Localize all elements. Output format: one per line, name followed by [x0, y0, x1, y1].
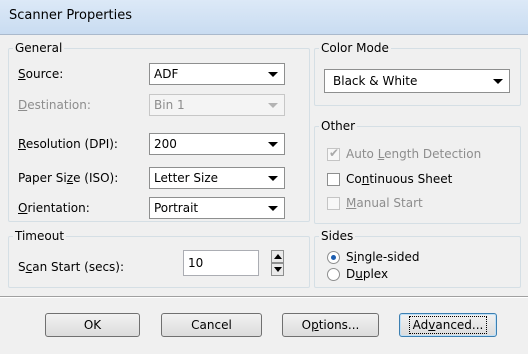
destination-combobox[interactable]: Bin 1	[149, 94, 285, 116]
auto-length-checkbox[interactable]: ✔	[327, 146, 340, 161]
paper-size-combobox[interactable]: Letter Size	[149, 167, 285, 189]
options-button[interactable]: Options...	[282, 313, 379, 337]
single-sided-radio[interactable]	[327, 251, 340, 264]
chevron-down-icon	[493, 79, 503, 84]
other-group-title: Other	[319, 118, 358, 134]
spin-up-button[interactable]	[271, 250, 284, 263]
destination-label: Destination:	[18, 98, 91, 112]
source-combobox[interactable]: ADF	[149, 63, 285, 85]
chevron-down-icon	[268, 206, 278, 211]
color-mode-group-title: Color Mode	[319, 40, 391, 56]
source-label: Source:	[18, 67, 64, 81]
duplex-radio[interactable]	[327, 268, 340, 281]
ok-button-label: OK	[83, 318, 102, 332]
source-value: ADF	[154, 67, 179, 81]
timeout-group-title: Timeout	[13, 228, 67, 244]
button-separator	[0, 296, 528, 298]
general-group-title: General	[13, 40, 65, 56]
chevron-down-icon	[268, 103, 278, 108]
resolution-combobox[interactable]: 200	[149, 133, 285, 155]
chevron-down-icon	[268, 176, 278, 181]
scan-start-input[interactable]: 10	[183, 250, 259, 276]
scan-start-value: 10	[188, 256, 204, 270]
continuous-sheet-label: Continuous Sheet	[346, 172, 453, 186]
ok-button[interactable]: OK	[45, 313, 140, 337]
advanced-button-label: Advanced...	[408, 316, 488, 334]
scan-start-label: Scan Start (secs):	[18, 260, 125, 274]
radio-selected-dot	[331, 255, 336, 260]
chevron-down-icon	[268, 142, 278, 147]
orientation-label: Orientation:	[18, 201, 90, 215]
cancel-button-label: Cancel	[191, 318, 232, 332]
color-mode-value: Black & White	[333, 74, 418, 88]
manual-start-checkbox[interactable]	[327, 197, 340, 210]
continuous-sheet-checkbox[interactable]	[327, 173, 340, 186]
manual-start-label: Manual Start	[346, 196, 423, 210]
color-mode-combobox[interactable]: Black & White	[324, 69, 510, 93]
cancel-button[interactable]: Cancel	[161, 313, 262, 337]
options-button-label: Options...	[301, 318, 360, 332]
arrow-up-icon	[274, 254, 282, 259]
chevron-down-icon	[268, 72, 278, 77]
title-bar: Scanner Properties	[0, 0, 528, 35]
advanced-button[interactable]: Advanced...	[399, 313, 497, 337]
resolution-value: 200	[154, 137, 177, 151]
paper-size-value: Letter Size	[154, 171, 219, 185]
duplex-label: Duplex	[346, 267, 389, 281]
orientation-combobox[interactable]: Portrait	[149, 197, 285, 219]
arrow-down-icon	[274, 267, 282, 272]
checkmark-icon: ✔	[329, 146, 340, 160]
paper-size-label: Paper Size (ISO):	[18, 171, 119, 185]
window-title: Scanner Properties	[9, 8, 133, 23]
orientation-value: Portrait	[154, 201, 199, 215]
resolution-label: Resolution (DPI):	[18, 137, 118, 151]
sides-group-title: Sides	[319, 228, 356, 244]
spin-down-button[interactable]	[271, 263, 284, 276]
destination-value: Bin 1	[154, 98, 185, 112]
single-sided-label: Single-sided	[346, 250, 420, 264]
auto-length-label: Auto Length Detection	[346, 147, 482, 161]
